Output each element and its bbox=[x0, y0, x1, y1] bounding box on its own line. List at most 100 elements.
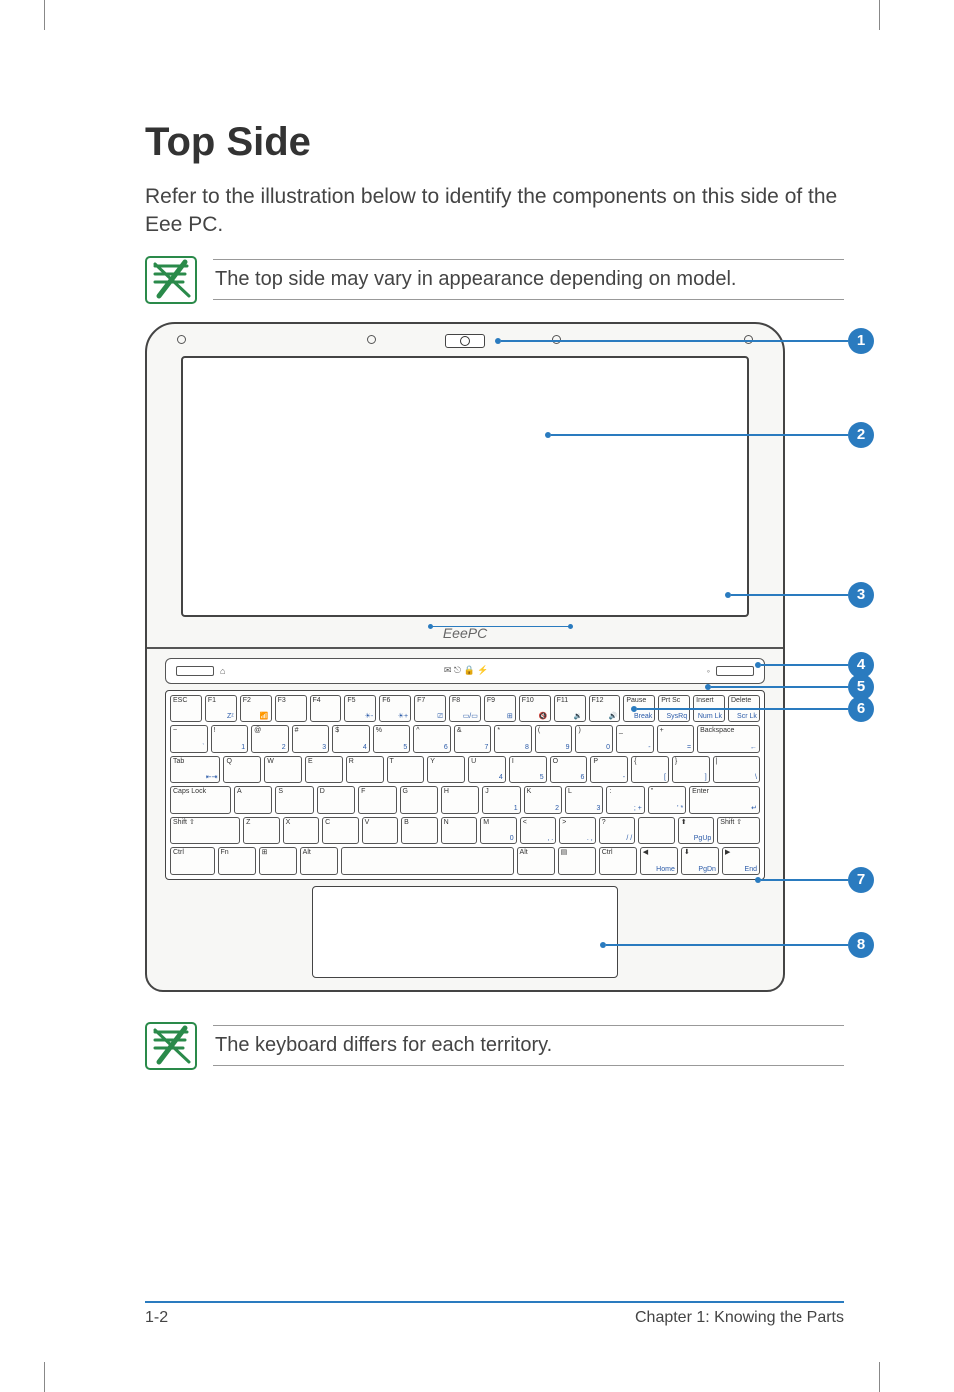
key: F11🔉 bbox=[554, 695, 586, 723]
key: ⊞ bbox=[259, 847, 297, 875]
key: )0 bbox=[575, 725, 613, 753]
key: ?/ / bbox=[599, 817, 636, 845]
key: $4 bbox=[332, 725, 370, 753]
key: "' * bbox=[648, 786, 686, 814]
key: U4 bbox=[468, 756, 506, 784]
key: Caps Lock bbox=[170, 786, 231, 814]
key: F9⊞ bbox=[484, 695, 516, 723]
callout-7: 7 bbox=[848, 867, 874, 893]
key: F7⎚ bbox=[414, 695, 446, 723]
brand-label: EeePC bbox=[443, 625, 487, 641]
note-bottom: The keyboard differs for each territory. bbox=[145, 1022, 844, 1070]
key: R bbox=[346, 756, 384, 784]
key: Y bbox=[427, 756, 465, 784]
key: F1Zᶻ bbox=[205, 695, 237, 723]
key bbox=[341, 847, 514, 875]
key: D bbox=[317, 786, 355, 814]
key: C bbox=[322, 817, 359, 845]
key: K2 bbox=[524, 786, 562, 814]
key: F4 bbox=[310, 695, 342, 723]
key: L3 bbox=[565, 786, 603, 814]
key: P- bbox=[590, 756, 628, 784]
note-icon bbox=[145, 1022, 197, 1070]
key: F5☀- bbox=[344, 695, 376, 723]
key: T bbox=[387, 756, 425, 784]
key: ~` bbox=[170, 725, 208, 753]
page-number: 1-2 bbox=[145, 1309, 168, 1327]
key: |\ bbox=[713, 756, 760, 784]
key: A bbox=[234, 786, 272, 814]
laptop-illustration: EeePC ⌂ ✉ ⎋ 🔒 ⚡ ◦ ESCF1ZᶻF2📶F3F4F5☀-F6☀+… bbox=[145, 322, 844, 1002]
key: ESC bbox=[170, 695, 202, 723]
key: Backspace← bbox=[697, 725, 760, 753]
key: F10🔇 bbox=[519, 695, 551, 723]
page-title: Top Side bbox=[145, 120, 844, 165]
key: {[ bbox=[631, 756, 669, 784]
key: F6☀+ bbox=[379, 695, 411, 723]
key: J1 bbox=[482, 786, 520, 814]
page: Top Side Refer to the illustration below… bbox=[0, 0, 954, 1392]
key bbox=[638, 817, 675, 845]
key: Tab⇤⇥ bbox=[170, 756, 220, 784]
intro-paragraph: Refer to the illustration below to ident… bbox=[145, 183, 844, 240]
key: _- bbox=[616, 725, 654, 753]
key: Shift ⇧ bbox=[170, 817, 240, 845]
key: *8 bbox=[494, 725, 532, 753]
note-top-text: The top side may vary in appearance depe… bbox=[213, 260, 844, 299]
callout-2: 2 bbox=[848, 422, 874, 448]
chapter-label: Chapter 1: Knowing the Parts bbox=[635, 1309, 844, 1327]
key: G bbox=[400, 786, 438, 814]
key: }] bbox=[672, 756, 710, 784]
key: Shift ⇧ bbox=[717, 817, 760, 845]
key: Ctrl bbox=[599, 847, 637, 875]
callout-6: 6 bbox=[848, 696, 874, 722]
key: :; + bbox=[606, 786, 644, 814]
callout-8: 8 bbox=[848, 932, 874, 958]
key: <, . bbox=[520, 817, 557, 845]
key: M0 bbox=[480, 817, 517, 845]
key: @2 bbox=[251, 725, 289, 753]
callout-3: 3 bbox=[848, 582, 874, 608]
key: ⬆PgUp bbox=[678, 817, 715, 845]
key: F12🔊 bbox=[589, 695, 621, 723]
key: V bbox=[362, 817, 399, 845]
key: E bbox=[305, 756, 343, 784]
callout-1: 1 bbox=[848, 328, 874, 354]
key: &7 bbox=[454, 725, 492, 753]
key: Alt bbox=[517, 847, 555, 875]
key: %5 bbox=[373, 725, 411, 753]
key: O6 bbox=[550, 756, 588, 784]
key: N bbox=[441, 817, 478, 845]
key: ^6 bbox=[413, 725, 451, 753]
status-bar: ⌂ ✉ ⎋ 🔒 ⚡ ◦ bbox=[165, 658, 765, 684]
key: Z bbox=[243, 817, 280, 845]
note-icon bbox=[145, 256, 197, 304]
key: S bbox=[275, 786, 313, 814]
key: Enter↵ bbox=[689, 786, 760, 814]
key: F2📶 bbox=[240, 695, 272, 723]
key: I5 bbox=[509, 756, 547, 784]
camera-icon bbox=[445, 334, 485, 348]
display-panel bbox=[181, 356, 749, 617]
key: B bbox=[401, 817, 438, 845]
key: (9 bbox=[535, 725, 573, 753]
touchpad bbox=[312, 886, 618, 978]
key: !1 bbox=[211, 725, 249, 753]
key: Alt bbox=[300, 847, 338, 875]
key: W bbox=[264, 756, 302, 784]
key: X bbox=[283, 817, 320, 845]
note-top: The top side may vary in appearance depe… bbox=[145, 256, 844, 304]
key: += bbox=[657, 725, 695, 753]
key: F bbox=[358, 786, 396, 814]
key: ▤ bbox=[558, 847, 596, 875]
key: #3 bbox=[292, 725, 330, 753]
page-footer: 1-2 Chapter 1: Knowing the Parts bbox=[145, 1301, 844, 1327]
key: Fn bbox=[218, 847, 256, 875]
key: Q bbox=[223, 756, 261, 784]
key: H bbox=[441, 786, 479, 814]
note-bottom-text: The keyboard differs for each territory. bbox=[213, 1026, 844, 1065]
key: F8▭/▭ bbox=[449, 695, 481, 723]
key: ⬇PgDn bbox=[681, 847, 719, 875]
key: >. , bbox=[559, 817, 596, 845]
key: F3 bbox=[275, 695, 307, 723]
